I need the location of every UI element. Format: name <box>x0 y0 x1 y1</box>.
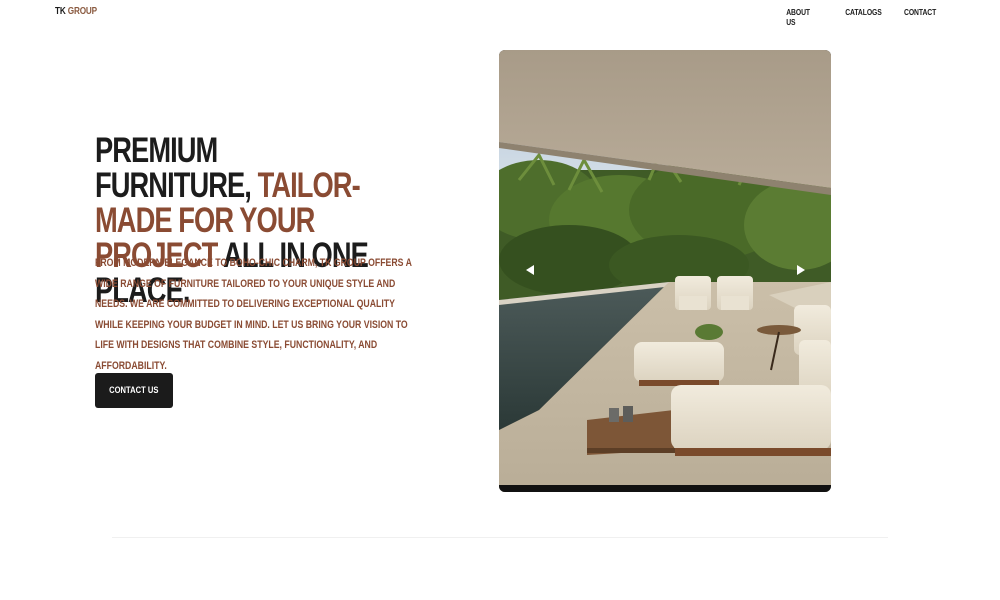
nav-about-us[interactable]: ABOUT US <box>786 7 820 27</box>
logo-primary: TK <box>55 6 66 17</box>
site-header: TK GROUP ABOUT US CATALOGS CONTACT <box>0 0 1000 27</box>
nav-catalogs[interactable]: CATALOGS <box>845 7 882 27</box>
section-divider <box>112 537 888 538</box>
logo-accent: GROUP <box>67 6 97 17</box>
hero-image-carousel[interactable] <box>499 50 831 492</box>
triangle-right-icon <box>797 265 805 275</box>
hero-title-part1: PREMIUM FURNITURE, <box>95 131 252 205</box>
triangle-left-icon <box>526 265 534 275</box>
hero-description: FROM MODERN ELEGANCE TO BOHO-CHIC CHARM,… <box>95 257 412 372</box>
logo[interactable]: TK GROUP <box>55 6 97 17</box>
carousel-next-button[interactable] <box>793 262 809 278</box>
patio-photo <box>499 50 831 492</box>
contact-us-button[interactable]: CONTACT US <box>95 373 173 408</box>
contact-us-button-label: CONTACT US <box>109 385 159 396</box>
nav-contact[interactable]: CONTACT <box>904 7 936 27</box>
main-nav: ABOUT US CATALOGS CONTACT <box>782 7 940 27</box>
carousel-prev-button[interactable] <box>522 262 538 278</box>
